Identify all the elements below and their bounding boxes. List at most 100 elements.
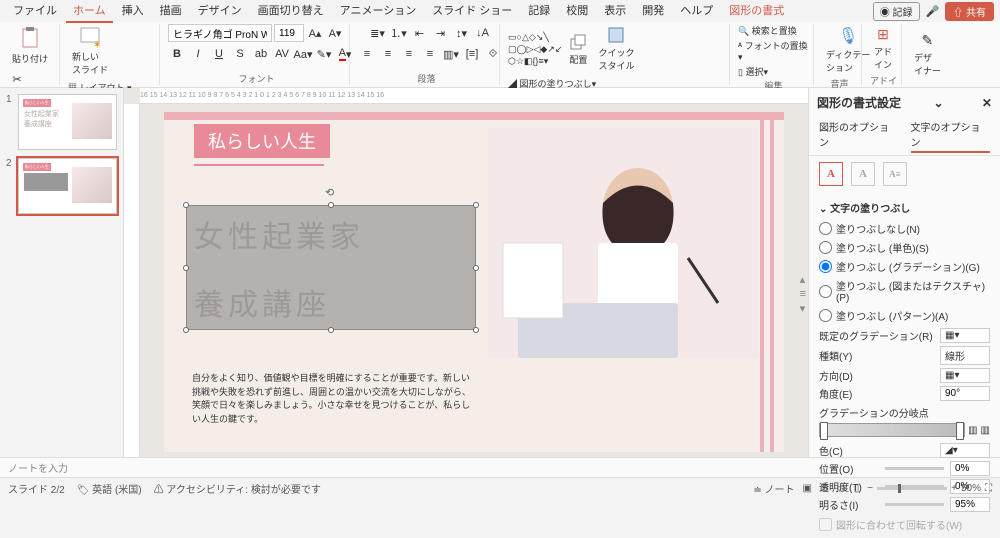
zoom-value[interactable]: 50% — [961, 483, 981, 494]
bold-icon[interactable]: B — [168, 45, 186, 63]
justify-icon[interactable]: ≡ — [421, 45, 439, 63]
slide-handle-icon[interactable]: ≡ — [800, 288, 806, 300]
highlight-icon[interactable]: ✎▾ — [315, 45, 333, 63]
prev-slide-icon[interactable]: ▴ — [800, 273, 806, 286]
shapes-gallery[interactable]: ▭○△◇↘╲ ▢◯▷◁◆↗↙ ⬡☆◧{}≡▾ — [508, 32, 562, 67]
thumbnail-2[interactable]: 私らしい人生 — [18, 158, 117, 214]
arrange-button[interactable]: 配置 — [565, 31, 591, 68]
tab-design[interactable]: デザイン — [191, 0, 249, 23]
grow-font-icon[interactable]: A▴ — [306, 24, 324, 42]
numbering-icon[interactable]: ⒈▾ — [390, 24, 408, 42]
gradient-stops-bar[interactable] — [819, 423, 965, 437]
text-fill-icon[interactable]: A — [819, 162, 843, 186]
indent-dec-icon[interactable]: ⇤ — [411, 24, 429, 42]
font-color-icon[interactable]: A▾ — [336, 45, 354, 63]
tab-draw[interactable]: 描画 — [153, 0, 189, 23]
italic-icon[interactable]: I — [189, 45, 207, 63]
align-text-icon[interactable]: [≡] — [463, 45, 481, 63]
view-normal-icon[interactable]: ▣ — [802, 483, 811, 494]
stop-brightness-input[interactable] — [950, 497, 990, 512]
case-icon[interactable]: Aa▾ — [294, 45, 312, 63]
slide-canvas[interactable]: 私らしい人生 女性起業家 養成講座 ⟲ 自分をよく知り、価値観や目標を明確にする… — [164, 112, 784, 452]
thumbnail-1[interactable]: 私らしい人生 女性起業家 養成講座 — [18, 94, 117, 150]
view-sorter-icon[interactable]: ⊞ — [820, 483, 828, 494]
text-box-icon[interactable]: A≡ — [883, 162, 907, 186]
body-text[interactable]: 自分をよく知り、価値観や目標を明確にすることが重要です。新しい挑戦や失敗を恐れず… — [192, 372, 472, 426]
remove-stop-icon[interactable]: ▥ — [981, 425, 990, 436]
tab-animation[interactable]: アニメーション — [333, 0, 424, 23]
shrink-font-icon[interactable]: A▾ — [326, 24, 344, 42]
tab-help[interactable]: ヘルプ — [673, 0, 720, 23]
tab-review[interactable]: 校閲 — [559, 0, 595, 23]
pane-tab-shape[interactable]: 図形のオプション — [819, 119, 899, 153]
rotate-handle-icon[interactable]: ⟲ — [325, 186, 334, 199]
fill-solid-radio[interactable]: 塗りつぶし (単色)(S) — [819, 238, 990, 257]
designer-button[interactable]: ✎デザ イナー — [910, 30, 945, 79]
indent-inc-icon[interactable]: ⇥ — [432, 24, 450, 42]
title-text[interactable]: 私らしい人生 — [194, 124, 330, 158]
language-status[interactable]: 🏷 英語 (米国) — [77, 481, 142, 496]
fill-gradient-radio[interactable]: 塗りつぶし (グラデーション)(G) — [819, 257, 990, 276]
gradient-angle-input[interactable] — [940, 386, 990, 401]
align-left-icon[interactable]: ≡ — [358, 45, 376, 63]
quick-styles-button[interactable]: クイック スタイル — [594, 24, 638, 74]
text-effects-icon[interactable]: A — [851, 162, 875, 186]
font-replace-button[interactable]: ᴬ フォントの置換▾ — [738, 39, 809, 63]
view-reading-icon[interactable]: ▭ — [836, 483, 845, 494]
fit-window-icon[interactable]: ⛶ — [985, 483, 992, 494]
record-button[interactable]: ◉ 記録 — [873, 2, 920, 21]
zoom-out-icon[interactable]: − — [867, 483, 873, 494]
underline-icon[interactable]: U — [210, 45, 228, 63]
tab-file[interactable]: ファイル — [6, 0, 64, 23]
find-replace-button[interactable]: 🔍 検索と置換 — [738, 24, 797, 37]
select-button[interactable]: ▯ 選択▾ — [738, 65, 768, 78]
line-spacing-icon[interactable]: ↕▾ — [453, 24, 471, 42]
spacing-icon[interactable]: AV — [273, 45, 291, 63]
slide-counter[interactable]: スライド 2/2 — [8, 481, 65, 496]
fill-pattern-radio[interactable]: 塗りつぶし (パターン)(A) — [819, 306, 990, 325]
stop-color-select[interactable]: ◢▾ — [940, 443, 990, 458]
tab-shape-format[interactable]: 図形の書式 — [722, 0, 791, 23]
tab-transition[interactable]: 画面切り替え — [251, 0, 331, 23]
tab-home[interactable]: ホーム — [66, 0, 113, 23]
slide-photo[interactable] — [488, 128, 758, 358]
notes-toggle[interactable]: ≐ ノート — [753, 481, 794, 496]
zoom-slider[interactable] — [877, 487, 947, 490]
font-name-select[interactable] — [168, 24, 272, 42]
view-slideshow-icon[interactable]: ▯ — [854, 483, 860, 494]
font-size-select[interactable] — [274, 24, 304, 42]
addins-button[interactable]: ⊞アド イン — [870, 24, 896, 73]
tab-record[interactable]: 記録 — [521, 0, 557, 23]
cut-icon[interactable]: ✂ — [8, 70, 26, 88]
align-center-icon[interactable]: ≡ — [379, 45, 397, 63]
fill-none-radio[interactable]: 塗りつぶしなし(N) — [819, 219, 990, 238]
tab-insert[interactable]: 挿入 — [115, 0, 151, 23]
slide-editor[interactable]: 16 15 14 13 12 11 10 9 8 7 6 5 4 3 2 1 0… — [124, 88, 808, 457]
columns-icon[interactable]: ▥▾ — [442, 45, 460, 63]
share-button[interactable]: ⇧ 共有 — [945, 2, 994, 21]
preset-gradient-select[interactable]: ▦▾ — [940, 328, 990, 343]
strike-icon[interactable]: S — [231, 45, 249, 63]
gradient-type-select[interactable]: 線形 — [940, 346, 990, 365]
fill-section-header[interactable]: ⌄ 文字の塗りつぶし — [819, 200, 990, 215]
pane-tab-text[interactable]: 文字のオプション — [911, 119, 991, 153]
pane-close-icon[interactable]: ✕ — [982, 96, 992, 110]
accessibility-status[interactable]: ⚠ アクセシビリティ: 検討が必要です — [154, 481, 321, 496]
selected-textbox[interactable]: ⟲ — [186, 205, 476, 330]
tab-slideshow[interactable]: スライド ショー — [425, 0, 519, 23]
smartart-icon[interactable]: ⟐ — [484, 45, 502, 63]
paste-button[interactable]: 貼り付け — [8, 24, 52, 67]
tab-developer[interactable]: 開発 — [635, 0, 671, 23]
next-slide-icon[interactable]: ▾ — [800, 302, 806, 315]
stop-position-input[interactable] — [950, 461, 990, 476]
new-slide-button[interactable]: ✶新しい スライド — [68, 24, 112, 78]
align-right-icon[interactable]: ≡ — [400, 45, 418, 63]
text-direction-icon[interactable]: ↓A — [474, 24, 492, 42]
fill-picture-radio[interactable]: 塗りつぶし (図またはテクスチャ)(P) — [819, 276, 990, 306]
mic-icon[interactable]: 🎤 — [926, 5, 940, 18]
bullets-icon[interactable]: ≣▾ — [369, 24, 387, 42]
shadow-icon[interactable]: ab — [252, 45, 270, 63]
zoom-in-icon[interactable]: + — [951, 483, 957, 494]
gradient-dir-select[interactable]: ▦▾ — [940, 368, 990, 383]
add-stop-icon[interactable]: ▥ — [968, 425, 977, 436]
